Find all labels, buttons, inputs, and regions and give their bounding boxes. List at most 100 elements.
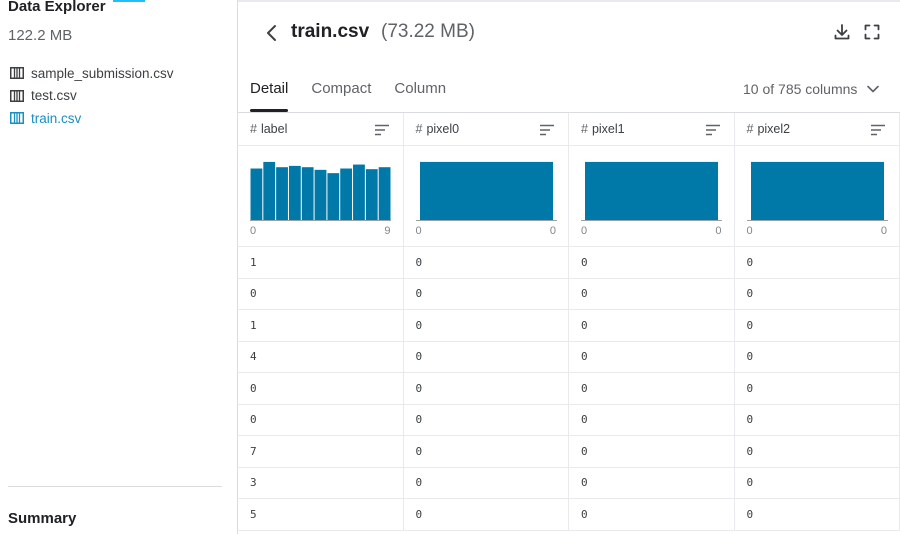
- download-icon[interactable]: [832, 22, 852, 42]
- sidebar-title: Data Explorer: [8, 0, 106, 15]
- table-cell[interactable]: 0: [735, 310, 900, 341]
- chevron-down-icon: [867, 85, 880, 93]
- file-item[interactable]: test.csv: [10, 85, 174, 108]
- histogram-bar[interactable]: [585, 161, 718, 220]
- dataset-size: 122.2 MB: [8, 27, 73, 44]
- numeric-type-icon: #: [746, 122, 754, 136]
- table-cell[interactable]: 0: [404, 467, 569, 498]
- histogram-cell: 09: [238, 146, 404, 246]
- table-cell[interactable]: 0: [735, 499, 900, 530]
- table-cell[interactable]: 0: [569, 499, 735, 530]
- histogram-bar[interactable]: [301, 167, 314, 220]
- histogram-cell: 00: [404, 146, 569, 246]
- file-title: train.csv: [291, 21, 370, 42]
- column-selector-label: 10 of 785 columns: [743, 81, 858, 97]
- histogram-bar[interactable]: [276, 167, 288, 220]
- table-cell[interactable]: 0: [569, 404, 735, 435]
- file-item[interactable]: sample_submission.csv: [10, 62, 174, 85]
- table-cell[interactable]: 0: [404, 436, 569, 467]
- table-cell[interactable]: 7: [238, 436, 404, 467]
- table-cell[interactable]: 1: [238, 247, 404, 278]
- histogram-bar[interactable]: [263, 161, 276, 220]
- tab-compact[interactable]: Compact: [311, 80, 371, 112]
- column-name: label: [260, 122, 288, 136]
- sidebar-accent-bar: [113, 0, 145, 2]
- table-cell[interactable]: 4: [238, 341, 404, 372]
- table-cell[interactable]: 0: [238, 404, 404, 435]
- table-cell[interactable]: 0: [404, 404, 569, 435]
- histogram-bar[interactable]: [365, 169, 378, 220]
- tab-detail[interactable]: Detail: [250, 80, 289, 112]
- table-cell[interactable]: 0: [735, 467, 900, 498]
- file-header: train.csv (73.22 MB): [238, 0, 900, 70]
- histogram-bar[interactable]: [419, 161, 553, 220]
- table-file-icon: [10, 112, 24, 125]
- table-cell[interactable]: 5: [238, 499, 404, 530]
- table-cell[interactable]: 0: [735, 373, 900, 404]
- table-cell[interactable]: 0: [735, 341, 900, 372]
- tab-column[interactable]: Column: [394, 80, 446, 112]
- column-header[interactable]: # label: [238, 113, 404, 145]
- table-row: 4000: [238, 341, 900, 373]
- sort-icon[interactable]: [705, 124, 720, 136]
- table-cell[interactable]: 0: [569, 341, 735, 372]
- file-size: (73.22 MB): [381, 21, 475, 42]
- table-cell[interactable]: 0: [735, 278, 900, 309]
- histogram-bar[interactable]: [750, 161, 884, 220]
- histogram-row: 09000000: [238, 146, 900, 247]
- histogram-bar[interactable]: [340, 168, 353, 220]
- histogram-bar[interactable]: [378, 167, 391, 220]
- table-cell[interactable]: 0: [569, 467, 735, 498]
- histogram-bar[interactable]: [327, 173, 340, 220]
- table-cell[interactable]: 0: [404, 247, 569, 278]
- column-selector[interactable]: 10 of 785 columns: [743, 81, 880, 97]
- table-cell[interactable]: 0: [238, 373, 404, 404]
- histogram-max: 0: [715, 225, 722, 237]
- table-cell[interactable]: 0: [404, 373, 569, 404]
- histogram-bar[interactable]: [353, 164, 365, 220]
- sort-icon[interactable]: [871, 124, 885, 136]
- table-cell[interactable]: 0: [404, 341, 569, 372]
- histogram-max: 9: [384, 225, 391, 237]
- table-cell[interactable]: 0: [569, 247, 735, 278]
- table-cell[interactable]: 1: [238, 310, 404, 341]
- fullscreen-icon[interactable]: [862, 22, 882, 42]
- table-cell[interactable]: 0: [238, 278, 404, 309]
- table-header: # label # pixel0 # pixel1 # pixel2: [238, 113, 900, 146]
- table-cell[interactable]: 0: [404, 499, 569, 530]
- back-chevron-icon[interactable]: [262, 22, 282, 44]
- column-header[interactable]: # pixel1: [569, 113, 735, 145]
- histogram-bar[interactable]: [288, 165, 301, 220]
- table-row: 1000: [238, 247, 900, 279]
- table-cell[interactable]: 0: [404, 310, 569, 341]
- file-item-label: test.csv: [31, 88, 77, 104]
- histogram-bar[interactable]: [250, 168, 263, 220]
- table-row: 0000: [238, 404, 900, 436]
- column-header[interactable]: # pixel0: [404, 113, 569, 145]
- table-body: 100000001000400000000000700030005000: [238, 247, 900, 531]
- histogram-max: 0: [880, 225, 887, 237]
- table-row: 0000: [238, 373, 900, 405]
- sort-icon[interactable]: [374, 124, 389, 136]
- histogram-min: 0: [746, 225, 753, 237]
- table-cell[interactable]: 0: [735, 247, 900, 278]
- histogram-min: 0: [581, 225, 588, 237]
- file-item[interactable]: train.csv: [10, 107, 174, 130]
- table-cell[interactable]: 0: [735, 436, 900, 467]
- histogram-chart: [415, 161, 557, 221]
- file-item-label: train.csv: [31, 110, 82, 126]
- histogram-min: 0: [415, 225, 422, 237]
- column-name: pixel1: [591, 122, 625, 136]
- table-cell[interactable]: 0: [569, 310, 735, 341]
- table-cell[interactable]: 3: [238, 467, 404, 498]
- table-cell[interactable]: 0: [569, 373, 735, 404]
- summary-heading[interactable]: Summary: [8, 510, 76, 527]
- table-cell[interactable]: 0: [404, 278, 569, 309]
- table-cell[interactable]: 0: [569, 436, 735, 467]
- table-cell[interactable]: 0: [569, 278, 735, 309]
- table-cell[interactable]: 0: [735, 404, 900, 435]
- column-header[interactable]: # pixel2: [735, 113, 900, 145]
- file-item-label: sample_submission.csv: [31, 65, 174, 81]
- histogram-bar[interactable]: [314, 169, 327, 220]
- sort-icon[interactable]: [540, 124, 554, 136]
